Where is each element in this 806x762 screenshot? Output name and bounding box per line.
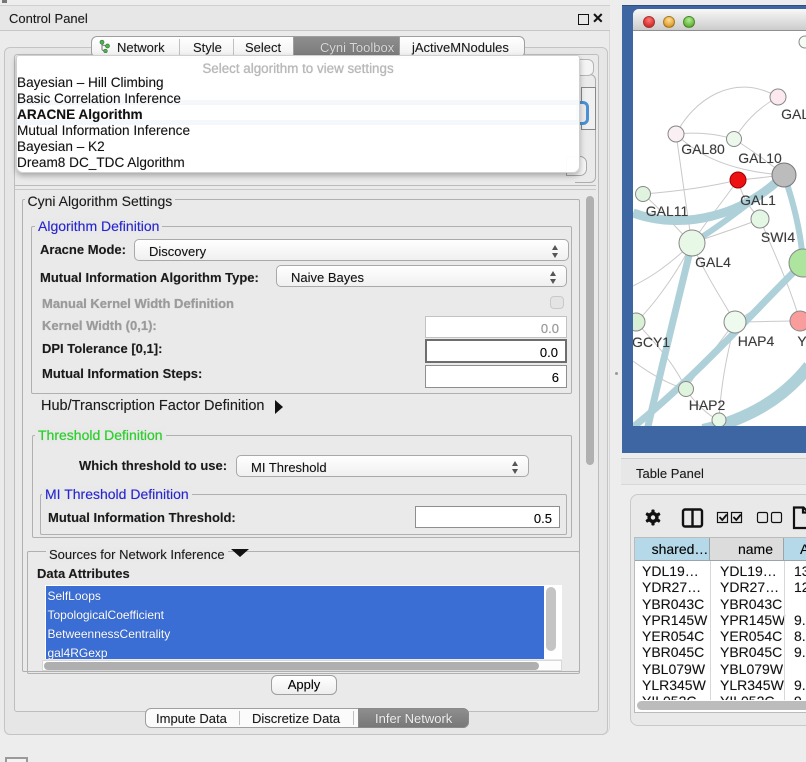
- svg-text:SWI4: SWI4: [761, 229, 795, 245]
- svg-text:GAL1: GAL1: [740, 192, 776, 208]
- svg-text:Y: Y: [797, 333, 806, 349]
- svg-text:GAL4: GAL4: [695, 254, 731, 270]
- svg-text:HAP4: HAP4: [738, 333, 775, 349]
- svg-text:HAP2: HAP2: [689, 397, 726, 413]
- svg-text:GAL11: GAL11: [646, 203, 689, 219]
- svg-text:GCY1: GCY1: [633, 334, 670, 350]
- svg-text:GAL10: GAL10: [738, 150, 782, 166]
- svg-text:GAL80: GAL80: [681, 141, 725, 157]
- svg-text:GAL2: GAL2: [781, 106, 806, 122]
